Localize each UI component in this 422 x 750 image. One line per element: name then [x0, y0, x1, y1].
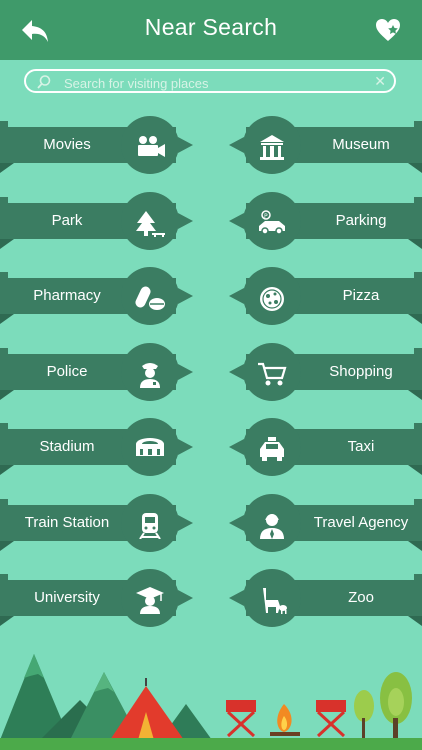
taxi-icon: [260, 437, 284, 461]
category-police[interactable]: Police: [0, 342, 198, 401]
category-label: Movies: [43, 136, 91, 153]
search-icon: [37, 75, 51, 89]
category-stadium[interactable]: Stadium: [0, 418, 198, 476]
tree-icon: [136, 210, 165, 237]
category-label: Park: [51, 211, 83, 229]
category-park[interactable]: Park: [0, 191, 198, 250]
category-zoo[interactable]: Zoo: [224, 569, 422, 627]
category-pizza[interactable]: Pizza: [224, 267, 422, 325]
category-university[interactable]: University: [0, 569, 198, 627]
category-label: Police: [46, 362, 88, 380]
category-taxi[interactable]: Taxi: [224, 418, 422, 476]
search-input[interactable]: [62, 73, 366, 93]
category-train-station[interactable]: Train Station: [0, 493, 198, 552]
police-officer-icon: [140, 362, 160, 388]
category-label: Pizza: [342, 287, 380, 304]
category-label: Stadium: [39, 438, 95, 455]
giraffe-icon: [263, 588, 287, 614]
museum-icon: [260, 135, 284, 160]
category-label: Parking: [335, 211, 387, 229]
clear-search-icon[interactable]: ✕: [374, 73, 386, 89]
category-label: Museum: [332, 136, 390, 153]
train-icon: [139, 512, 161, 539]
category-movies[interactable]: Movies: [0, 116, 198, 174]
category-travel-agency[interactable]: Travel Agency: [224, 493, 422, 552]
category-museum[interactable]: Museum: [224, 116, 422, 174]
graduate-icon: [136, 587, 164, 614]
category-label: Travel Agency: [313, 513, 409, 531]
movie-camera-icon: [138, 136, 165, 157]
pill-icon: [135, 286, 165, 310]
app-header: Near Search: [0, 0, 422, 60]
category-pharmacy[interactable]: Pharmacy: [0, 267, 198, 325]
search-bar[interactable]: ✕: [24, 69, 396, 93]
category-label: Train Station: [24, 513, 110, 531]
category-label: Pharmacy: [33, 287, 101, 304]
category-label: University: [34, 589, 100, 606]
category-shopping[interactable]: Shopping: [224, 342, 422, 401]
favorite-heart-icon[interactable]: [374, 16, 402, 44]
parking-car-icon: P: [259, 209, 285, 235]
camping-scene-illustration: [0, 654, 422, 750]
shopping-cart-icon: [258, 362, 287, 385]
page-title: Near Search: [144, 14, 278, 40]
stadium-icon: [136, 438, 164, 456]
category-label: Taxi: [347, 438, 375, 455]
category-label: Shopping: [329, 362, 393, 380]
category-label: Zoo: [348, 589, 374, 606]
travel-agent-icon: [260, 513, 284, 539]
pizza-icon: [260, 287, 284, 311]
svg-text:P: P: [264, 213, 268, 220]
category-parking[interactable]: Parking P: [224, 191, 422, 250]
